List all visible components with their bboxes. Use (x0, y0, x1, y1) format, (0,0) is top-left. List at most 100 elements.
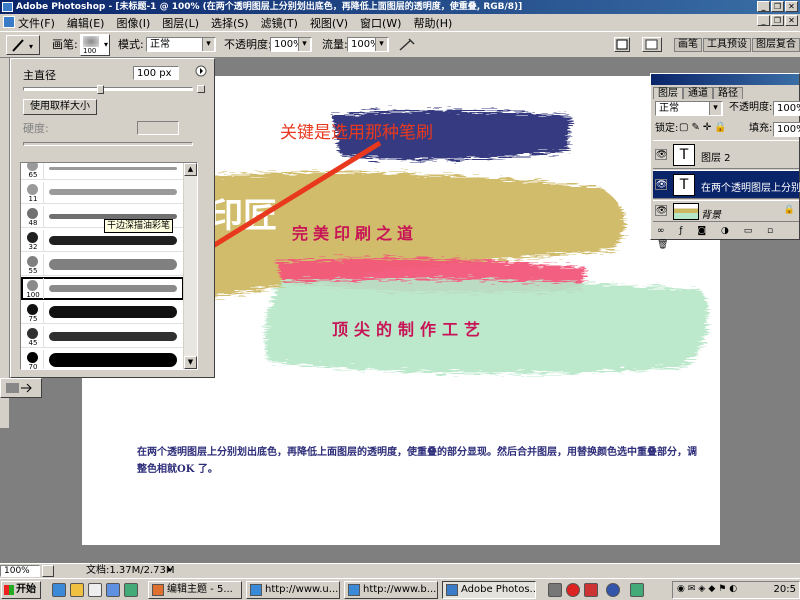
brush-list-scrollbar[interactable]: ▲ ▼ (183, 163, 197, 369)
tray-icons[interactable]: ◉✉◈◆⚑◐ (677, 584, 740, 594)
tab-tool-presets[interactable]: 工具预设 (703, 38, 751, 52)
tool-preset-picker[interactable]: ▾ (6, 35, 40, 55)
brush-preset-item[interactable]: 75 (21, 301, 184, 324)
brush-preset-item[interactable]: 45 (21, 325, 184, 348)
background-thumbnail (673, 203, 699, 220)
doc-close-button[interactable]: ✕ (785, 15, 798, 26)
brush-tip-shape (27, 208, 38, 219)
tab-paths[interactable]: 路径 (713, 87, 743, 99)
layer-opacity-field[interactable]: 100% (773, 101, 800, 116)
zoom-field[interactable]: 100% (0, 565, 40, 577)
help-icon[interactable] (606, 583, 620, 597)
layer-row[interactable]: 👁 背景 🔒 (653, 200, 799, 222)
start-button[interactable]: 开始 (1, 581, 41, 599)
scroll-down-arrow[interactable]: ▼ (184, 356, 197, 369)
palette-well-button[interactable] (614, 37, 630, 52)
stop-icon[interactable] (566, 583, 580, 597)
layers-tabs: 图层 通道 路径 (653, 87, 743, 99)
chevron-down-icon: ▾ (103, 40, 108, 49)
folder-quicklaunch-icon[interactable] (70, 583, 84, 597)
use-sample-size-button[interactable]: 使用取样大小 (23, 99, 97, 115)
eye-icon[interactable]: 👁 (655, 205, 667, 216)
flow-field[interactable]: 100% (347, 37, 389, 52)
opacity-field[interactable]: 100% (270, 37, 312, 52)
lock-icons[interactable]: ▢✎✛🔒 (679, 121, 730, 135)
layer-row[interactable]: 👁 T 在两个透明图层上分别... (653, 170, 800, 199)
panel-menu-button[interactable] (195, 65, 207, 77)
task-button-active[interactable]: Adobe Photos... (442, 581, 536, 599)
toggle-brushes-palette-button[interactable] (642, 37, 662, 52)
close-button[interactable]: ✕ (785, 1, 798, 12)
task-button[interactable]: http://www.u... (246, 581, 340, 599)
menu-help[interactable]: 帮助(H) (413, 15, 452, 31)
master-diameter-field[interactable]: 100 px (133, 66, 179, 80)
brush-list[interactable]: 65 11 48 32 55 100 75 45 70 ▲ ▼ (20, 162, 198, 370)
task-button[interactable]: http://www.b... (344, 581, 438, 599)
brush-preset-item[interactable]: 65 (21, 163, 184, 180)
tab-layers[interactable]: 图层 (653, 87, 683, 99)
ie-quicklaunch-icon[interactable] (52, 583, 66, 597)
tab-brushes[interactable]: 画笔 (674, 38, 702, 52)
brush-preset-item[interactable]: 55 (21, 253, 184, 276)
scroll-up-arrow[interactable]: ▲ (184, 163, 197, 176)
doc-minimize-button[interactable]: _ (757, 15, 770, 26)
brush-tooltip: 干边深描油彩笔 (104, 219, 174, 233)
brush-preset-item[interactable]: 11 (21, 181, 184, 204)
layer-actions-bar[interactable]: ∞ ƒ ◙ ◑ ▭ ▫ 🗑 (653, 224, 799, 250)
menu-layer[interactable]: 图层(L) (162, 15, 199, 31)
mode-select[interactable]: 正常 (146, 37, 216, 52)
brush-preset-picker[interactable]: 100 ▾ (80, 34, 110, 56)
menu-filter[interactable]: 滤镜(T) (261, 15, 298, 31)
task-button[interactable]: 编辑主题 - 5... (148, 581, 242, 599)
eye-icon[interactable]: 👁 (655, 149, 667, 160)
media-quicklaunch-icon[interactable] (106, 583, 120, 597)
tray-icon[interactable] (548, 583, 562, 597)
title-bar: Adobe Photoshop - [未标题-1 @ 100% (在两个透明图层… (0, 0, 800, 14)
fill-label: 填充: (749, 123, 773, 134)
menu-view[interactable]: 视图(V) (310, 15, 348, 31)
desktop-quicklaunch-icon[interactable] (88, 583, 102, 597)
airbrush-button[interactable] (396, 35, 418, 54)
chevron-right-icon[interactable]: ▸ (168, 565, 180, 577)
palette-well-tabs: 画笔 工具预设 图层复合 (673, 38, 800, 52)
flow-label: 流量: (322, 38, 348, 51)
layer-blend-mode-select[interactable]: 正常 (655, 101, 723, 116)
taskbar: 开始 编辑主题 - 5... http://www.u... http://ww… (0, 578, 800, 600)
menu-edit[interactable]: 编辑(E) (67, 15, 105, 31)
menu-file[interactable]: 文件(F) (18, 15, 55, 31)
layer-row[interactable]: 👁 T 图层 2 (653, 140, 799, 169)
mode-label: 模式: (118, 38, 144, 51)
diameter-slider[interactable] (23, 87, 193, 91)
brush-tip-icon: 70 (22, 350, 44, 369)
tray-icon[interactable] (630, 583, 644, 597)
jump-to-imageready-button[interactable] (0, 378, 42, 398)
menu-image[interactable]: 图像(I) (116, 15, 150, 31)
tab-layer-comps[interactable]: 图层复合 (752, 38, 800, 52)
doc-restore-button[interactable]: ❐ (771, 15, 784, 26)
fill-field[interactable]: 100% (773, 122, 800, 137)
layers-panel-titlebar[interactable] (651, 74, 799, 85)
brush-stroke-preview (49, 258, 177, 270)
brush-preset-item[interactable]: 100 (21, 277, 184, 300)
tab-channels[interactable]: 通道 (683, 87, 713, 99)
resize-handle[interactable] (197, 85, 205, 93)
document-icon[interactable] (3, 16, 15, 28)
diameter-slider-thumb[interactable] (97, 85, 104, 94)
restore-button[interactable]: ❐ (771, 1, 784, 12)
status-options-button[interactable] (42, 565, 54, 577)
hardness-slider[interactable] (23, 142, 193, 146)
brush-tip-shape (27, 163, 38, 171)
menu-window[interactable]: 窗口(W) (360, 15, 401, 31)
document-icon (616, 39, 628, 50)
menu-select[interactable]: 选择(S) (211, 15, 249, 31)
hardness-label: 硬度: (23, 122, 49, 135)
options-bar: ▾ 画笔: 100 ▾ 模式: 正常 不透明度: 100% 流量: 100% 画… (0, 31, 800, 58)
brush-tip-icon: 48 (22, 206, 44, 227)
eye-icon[interactable]: 👁 (655, 179, 667, 190)
minimize-button[interactable]: _ (757, 1, 770, 12)
brush-tip-shape (27, 280, 38, 291)
brush-preset-item[interactable]: 70 (21, 349, 184, 369)
tray-icon[interactable] (584, 583, 598, 597)
app-quicklaunch-icon[interactable] (124, 583, 138, 597)
hardness-field[interactable] (137, 121, 179, 135)
